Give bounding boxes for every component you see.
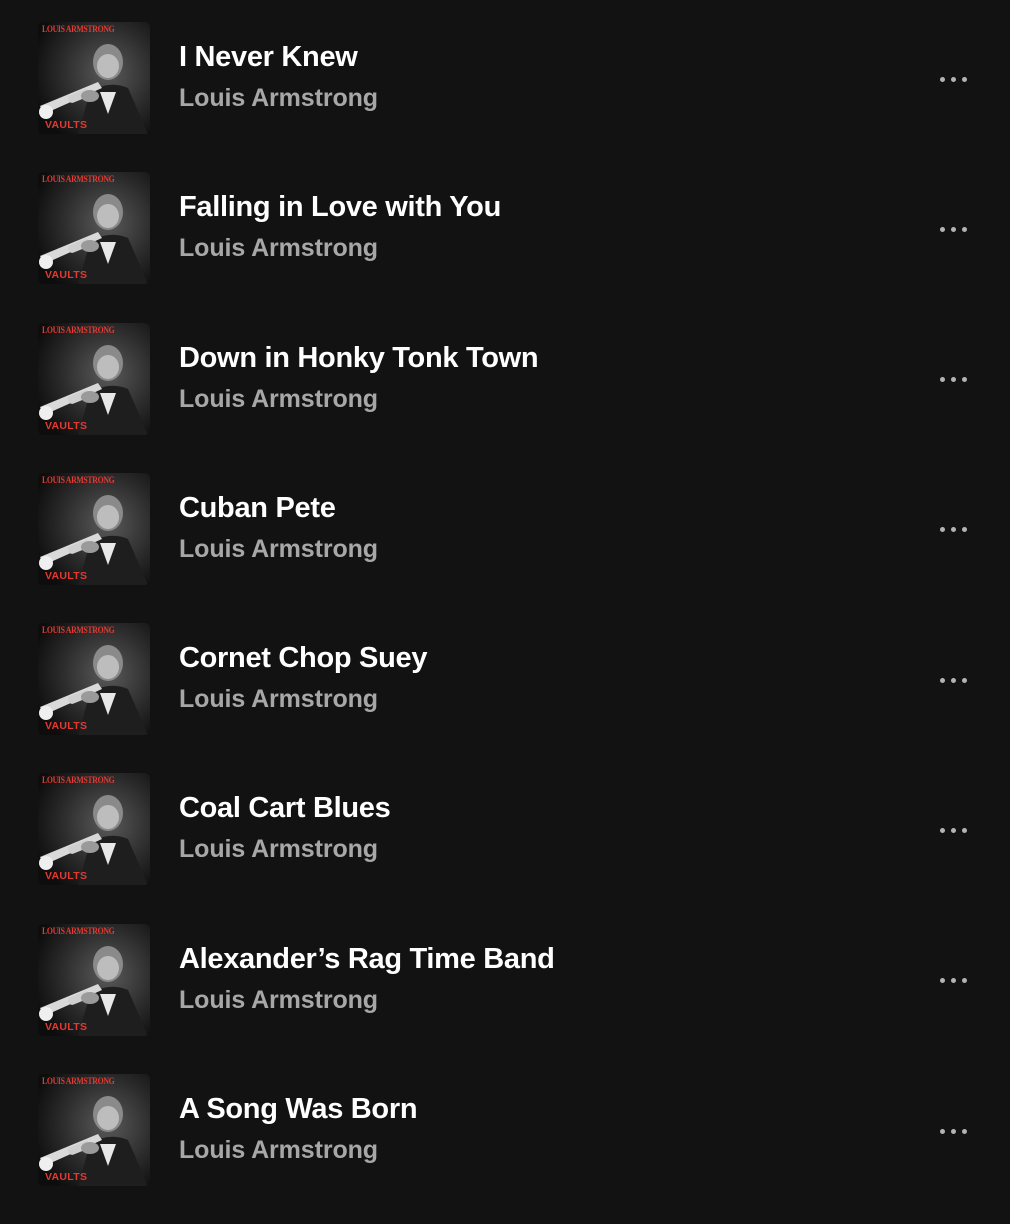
track-artist[interactable]: Louis Armstrong [179,234,378,263]
more-horizontal-icon [950,978,956,984]
more-horizontal-icon [950,677,956,683]
more-options-button[interactable] [930,815,976,845]
more-horizontal-icon [939,527,945,533]
album-cover: LOUIS ARMSTRONG VAULTS [38,172,150,285]
track-artist[interactable]: Louis Armstrong [179,835,378,864]
album-cover: LOUIS ARMSTRONG VAULTS [38,773,150,886]
album-cover: LOUIS ARMSTRONG VAULTS [38,472,150,585]
more-horizontal-icon [939,377,945,383]
more-horizontal-icon [961,677,967,683]
cover-label-text: VAULTS [45,1171,88,1184]
track-artist[interactable]: Louis Armstrong [179,535,378,564]
cover-artist-text: LOUIS ARMSTRONG [42,175,115,186]
more-options-button[interactable] [930,665,976,695]
cover-label-text: VAULTS [45,569,88,582]
cover-photo [38,472,150,585]
track-artist[interactable]: Louis Armstrong [179,986,378,1015]
track-artist[interactable]: Louis Armstrong [179,84,378,113]
track-artist[interactable]: Louis Armstrong [179,385,378,414]
track-row[interactable]: LOUIS ARMSTRONG VAULTS Down in Honky Ton… [0,322,1010,473]
cover-label-text: VAULTS [45,1020,88,1033]
album-cover: LOUIS ARMSTRONG VAULTS [38,623,150,736]
more-horizontal-icon [950,527,956,533]
more-horizontal-icon [961,978,967,984]
cover-label-text: VAULTS [45,269,88,282]
cover-label-text: VAULTS [45,720,88,733]
more-horizontal-icon [939,978,945,984]
more-horizontal-icon [939,76,945,82]
track-title: Cuban Pete [179,491,336,524]
more-horizontal-icon [961,1128,967,1134]
more-horizontal-icon [939,226,945,232]
track-row[interactable]: LOUIS ARMSTRONG VAULTS I Never Knew Loui… [0,22,1010,172]
more-horizontal-icon [950,377,956,383]
cover-label-text: VAULTS [45,419,88,432]
track-artist[interactable]: Louis Armstrong [179,685,378,714]
cover-artist-text: LOUIS ARMSTRONG [42,1077,115,1088]
track-title: Falling in Love with You [179,191,502,224]
track-title: Down in Honky Tonk Town [179,341,539,374]
more-horizontal-icon [950,1128,956,1134]
more-options-button[interactable] [930,365,976,395]
track-row[interactable]: LOUIS ARMSTRONG VAULTS Falling in Love w… [0,172,1010,322]
more-options-button[interactable] [930,214,976,244]
track-title: Cornet Chop Suey [179,642,428,675]
cover-artist-text: LOUIS ARMSTRONG [42,325,115,336]
track-row[interactable]: LOUIS ARMSTRONG VAULTS Cuban Pete Louis … [0,472,1010,623]
cover-photo [38,773,150,886]
cover-label-text: VAULTS [45,870,88,883]
more-horizontal-icon [961,226,967,232]
cover-photo [38,923,150,1036]
cover-artist-text: LOUIS ARMSTRONG [42,475,115,486]
more-horizontal-icon [939,1128,945,1134]
track-title: Coal Cart Blues [179,792,391,825]
cover-label-text: VAULTS [45,119,88,131]
more-options-button[interactable] [930,966,976,996]
more-horizontal-icon [961,827,967,833]
more-options-button[interactable] [930,515,976,545]
cover-artist-text: LOUIS ARMSTRONG [42,926,115,937]
cover-photo [38,623,150,736]
more-horizontal-icon [950,827,956,833]
more-horizontal-icon [950,226,956,232]
track-list: LOUIS ARMSTRONG VAULTS I Never Knew Loui… [0,22,1010,1224]
album-cover: LOUIS ARMSTRONG VAULTS [38,322,150,435]
track-artist[interactable]: Louis Armstrong [179,1136,378,1165]
album-cover: LOUIS ARMSTRONG VAULTS [38,923,150,1036]
more-horizontal-icon [939,677,945,683]
more-horizontal-icon [961,527,967,533]
track-row[interactable]: LOUIS ARMSTRONG VAULTS A Song Was Born L… [0,1074,1010,1224]
track-title: A Song Was Born [179,1093,418,1126]
track-row[interactable]: LOUIS ARMSTRONG VAULTS Alexander’s Rag T… [0,923,1010,1074]
cover-artist-text: LOUIS ARMSTRONG [42,626,115,637]
album-cover: LOUIS ARMSTRONG VAULTS [38,1074,150,1187]
cover-photo [38,1074,150,1187]
more-options-button[interactable] [930,64,976,94]
track-title: Alexander’s Rag Time Band [179,942,555,975]
track-row[interactable]: LOUIS ARMSTRONG VAULTS Coal Cart Blues L… [0,773,1010,923]
more-horizontal-icon [950,76,956,82]
more-horizontal-icon [961,76,967,82]
more-options-button[interactable] [930,1116,976,1146]
more-horizontal-icon [961,377,967,383]
album-cover: LOUIS ARMSTRONG VAULTS [38,22,150,134]
cover-artist-text: LOUIS ARMSTRONG [42,25,115,35]
cover-photo [38,322,150,435]
cover-photo [38,22,150,134]
cover-photo [38,172,150,285]
track-title: I Never Knew [179,41,358,73]
track-row[interactable]: LOUIS ARMSTRONG VAULTS Cornet Chop Suey … [0,623,1010,773]
cover-artist-text: LOUIS ARMSTRONG [42,776,115,787]
more-horizontal-icon [939,827,945,833]
